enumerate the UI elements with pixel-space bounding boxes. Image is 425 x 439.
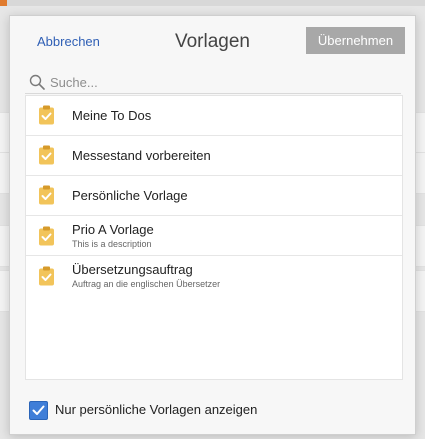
template-name: Prio A Vorlage — [72, 222, 154, 237]
dialog-header: Abbrechen Vorlagen Übernehmen — [10, 16, 415, 68]
clipboard-check-icon — [39, 185, 54, 205]
search-input[interactable] — [48, 72, 392, 92]
personal-only-label[interactable]: Nur persönliche Vorlagen anzeigen — [55, 402, 257, 417]
templates-dialog: Abbrechen Vorlagen Übernehmen Meine To D… — [9, 15, 416, 435]
template-description: This is a description — [72, 239, 152, 249]
clipboard-check-icon — [39, 145, 54, 165]
template-name: Meine To Dos — [72, 108, 152, 123]
search-bar — [25, 71, 401, 94]
template-item-prio-a-vorlage[interactable]: Prio A Vorlage This is a description — [26, 216, 402, 256]
template-list: Meine To Dos Messestand vorbereiten Pers… — [25, 95, 403, 380]
template-description: Auftrag an die englischen Übersetzer — [72, 279, 221, 289]
template-item-persoenliche-vorlage[interactable]: Persönliche Vorlage — [26, 176, 402, 216]
clipboard-check-icon — [39, 226, 54, 246]
clipboard-check-icon — [39, 105, 54, 125]
background-app-strip — [0, 0, 425, 6]
template-name: Messestand vorbereiten — [72, 148, 211, 163]
clipboard-check-icon — [39, 266, 54, 286]
template-item-uebersetzungsauftrag[interactable]: Übersetzungsauftrag Auftrag an die engli… — [26, 256, 402, 295]
checkmark-icon — [32, 405, 45, 415]
template-item-meine-to-dos[interactable]: Meine To Dos — [26, 96, 402, 136]
template-item-messestand[interactable]: Messestand vorbereiten — [26, 136, 402, 176]
apply-button[interactable]: Übernehmen — [306, 27, 405, 54]
template-name: Übersetzungsauftrag — [72, 262, 193, 277]
search-icon — [29, 74, 45, 90]
dialog-footer: Nur persönliche Vorlagen anzeigen — [10, 388, 415, 434]
template-name: Persönliche Vorlage — [72, 188, 188, 203]
personal-only-checkbox[interactable] — [29, 401, 48, 420]
background-accent — [0, 0, 7, 6]
